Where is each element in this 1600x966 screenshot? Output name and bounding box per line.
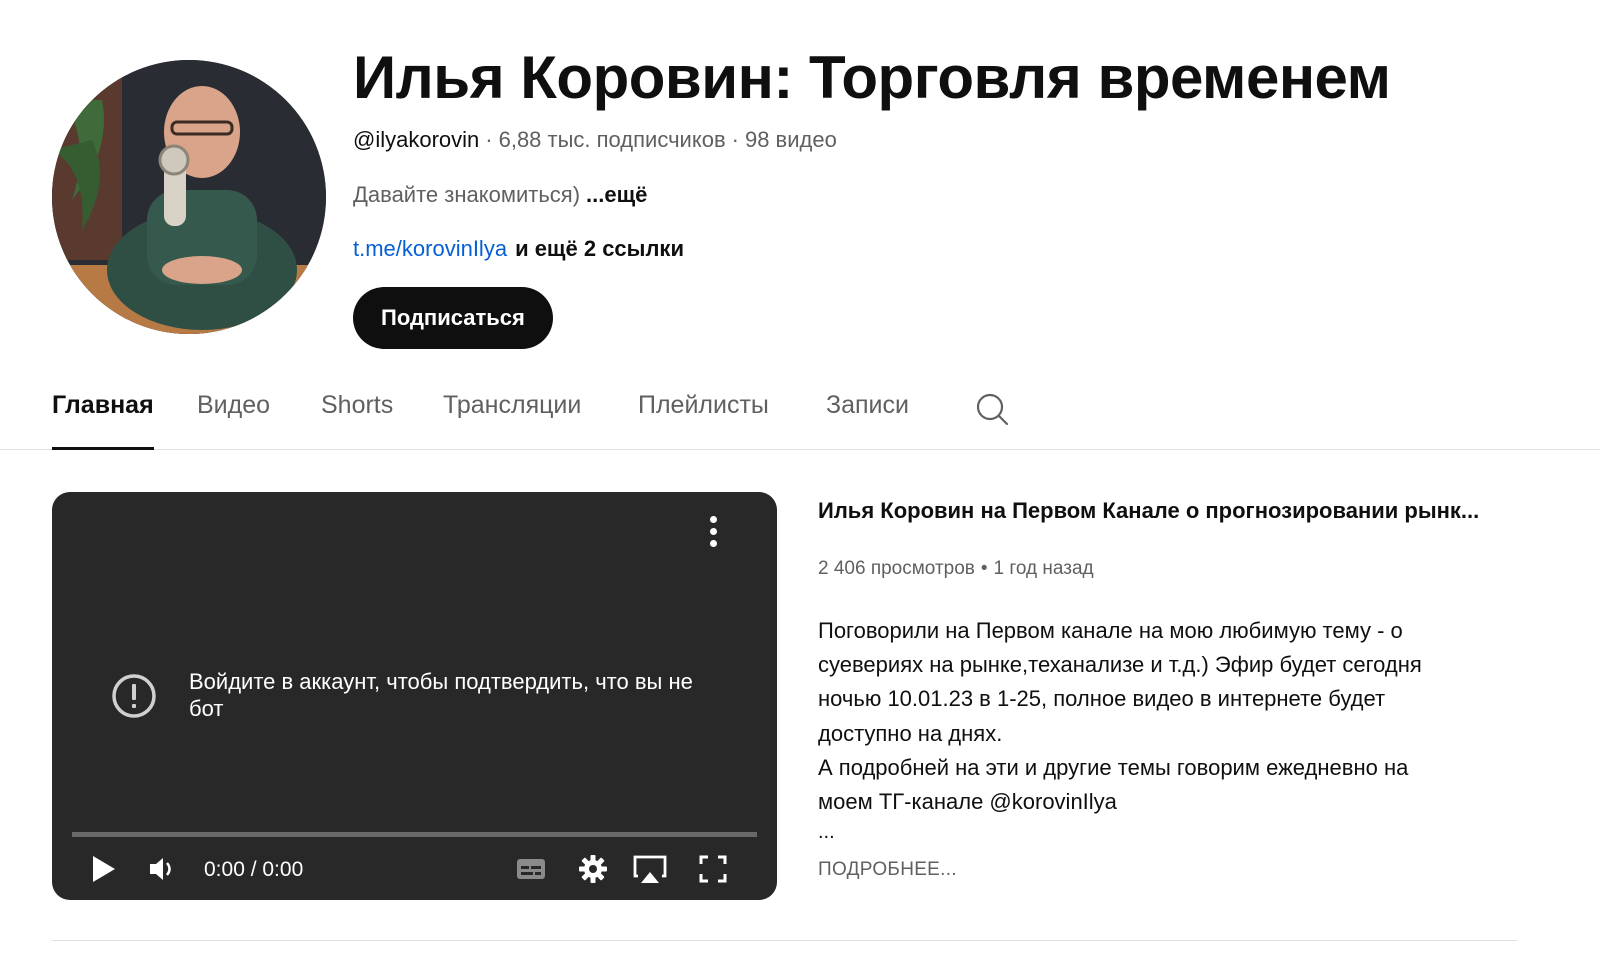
description-line: А подробней на эти и другие темы говорим…: [818, 754, 1409, 780]
tab-posts[interactable]: Записи: [826, 388, 909, 450]
fullscreen-icon[interactable]: [698, 852, 728, 886]
channel-title: Илья Коровин: Торговля временем: [353, 44, 1391, 111]
featured-video-meta: 2 406 просмотров • 1 год назад: [818, 556, 1094, 582]
progress-bar[interactable]: [72, 832, 757, 837]
view-count: 2 406 просмотров: [818, 558, 975, 579]
tab-videos[interactable]: Видео: [197, 388, 270, 450]
channel-tabs: Главная Видео Shorts Трансляции Плейлист…: [0, 376, 1600, 450]
subscriber-count: 6,88 тыс. подписчиков: [498, 127, 726, 152]
airplay-icon[interactable]: [632, 852, 668, 886]
description-line: доступно на днях.: [818, 720, 1003, 746]
meta-separator: ·: [731, 127, 739, 152]
meta-separator: •: [980, 558, 988, 579]
time-display: 0:00 / 0:00: [204, 858, 304, 881]
description-ellipsis: ...: [818, 821, 835, 843]
meta-separator: ·: [485, 127, 493, 152]
signin-message: Войдите в аккаунт, чтобы подтвердить, чт…: [189, 669, 693, 721]
avatar-photo: [52, 60, 326, 334]
channel-handle: @ilyakorovin: [353, 127, 480, 152]
volume-icon[interactable]: [148, 852, 178, 886]
video-count: 98 видео: [744, 127, 837, 152]
tab-home[interactable]: Главная: [52, 388, 154, 450]
alert-circle-icon: [110, 672, 158, 720]
subtitles-icon[interactable]: [515, 852, 547, 886]
video-player[interactable]: Войдите в аккаунт, чтобы подтвердить, чт…: [52, 492, 777, 900]
description-line: ночью 10.01.23 в 1-25, полное видео в ин…: [818, 686, 1386, 712]
channel-links: t.me/korovinIlya и ещё 2 ссылки: [353, 235, 684, 263]
tab-streams[interactable]: Трансляции: [443, 388, 581, 450]
section-divider: [52, 940, 1517, 941]
tab-shorts[interactable]: Shorts: [321, 388, 393, 450]
tab-search-icon[interactable]: [975, 392, 1009, 426]
telegram-link[interactable]: t.me/korovinIlya: [353, 236, 507, 261]
read-more-button[interactable]: ПОДРОБНЕЕ...: [818, 858, 957, 882]
more-vert-icon[interactable]: [707, 516, 719, 550]
description-text: Давайте знакомиться): [353, 182, 581, 207]
settings-gear-icon[interactable]: [576, 852, 610, 886]
channel-meta: @ilyakorovin · 6,88 тыс. подписчиков · 98 ви…: [353, 126, 837, 154]
description-more-link[interactable]: ...ещё: [586, 182, 647, 207]
upload-age: 1 год назад: [993, 558, 1094, 579]
play-icon[interactable]: [90, 852, 118, 886]
featured-video-description: Поговорили на Первом канале на мою любим…: [818, 614, 1508, 819]
more-links-button[interactable]: и ещё 2 ссылки: [515, 236, 684, 261]
description-line: суевериях на рынке,теханализе и т.д.) Эф…: [818, 652, 1422, 678]
tab-playlists[interactable]: Плейлисты: [638, 388, 769, 450]
description-line: моем ТГ-канале @korovinIlya: [818, 789, 1117, 815]
subscribe-button[interactable]: Подписаться: [353, 287, 553, 349]
featured-video-title[interactable]: Илья Коровин на Первом Канале о прогнози…: [818, 496, 1508, 526]
channel-avatar[interactable]: [52, 60, 326, 334]
description-line: Поговорили на Первом канале на мою любим…: [818, 618, 1403, 643]
channel-description: Давайте знакомиться) ...ещё: [353, 181, 647, 209]
